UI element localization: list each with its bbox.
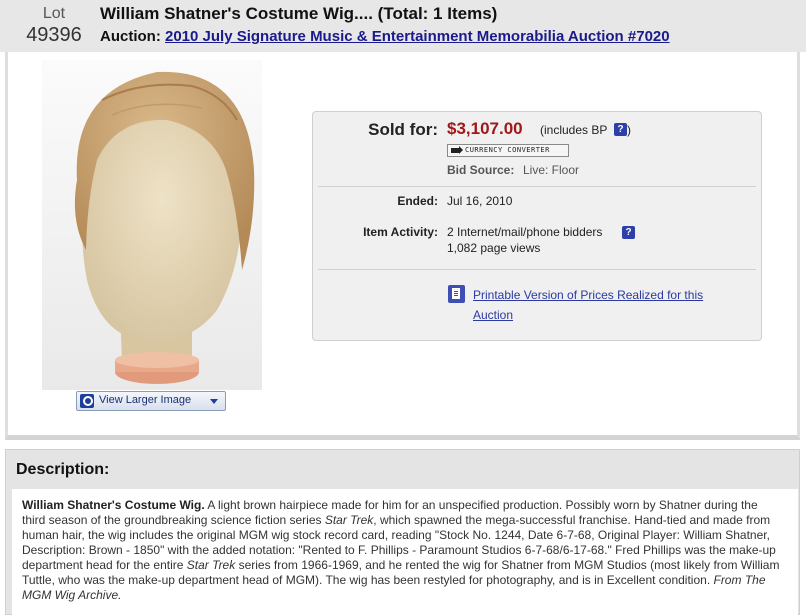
view-larger-label: View Larger Image (99, 394, 192, 406)
bp-help-icon[interactable]: ? (614, 123, 627, 136)
sale-divider (318, 186, 756, 187)
printable-prices-link[interactable]: Printable Version of Prices Realized for… (473, 285, 743, 325)
auction-label: Auction: (100, 28, 161, 45)
description-text: William Shatner's Costume Wig. A light b… (22, 498, 782, 603)
magnifier-icon (80, 394, 94, 408)
view-larger-image-button[interactable]: View Larger Image (76, 391, 226, 411)
lot-number: 49396 (26, 24, 82, 46)
currency-converter-label: CURRENCY CONVERTER (465, 146, 550, 154)
item-activity-label: Item Activity: (363, 225, 438, 239)
auction-link[interactable]: 2010 July Signature Music & Entertainmen… (165, 28, 670, 45)
arrow-right-icon (451, 146, 463, 154)
series-title: Star Trek (186, 558, 236, 572)
page-views-count: 1,082 page views (447, 241, 541, 255)
auction-line: Auction: 2010 July Signature Music & Ent… (100, 28, 670, 45)
sale-divider (318, 269, 756, 270)
currency-converter-button[interactable]: CURRENCY CONVERTER (447, 144, 569, 157)
lot-label: Lot (42, 5, 66, 22)
chevron-down-icon[interactable] (210, 399, 218, 404)
series-title: Star Trek (324, 513, 374, 527)
sold-for-label: Sold for: (368, 120, 438, 139)
document-icon[interactable] (448, 285, 465, 303)
includes-bp-note: (includes BP (540, 123, 608, 137)
bid-source-value: Live: Floor (523, 163, 580, 177)
bidders-help-icon[interactable]: ? (622, 226, 635, 239)
description-lead: William Shatner's Costume Wig. (22, 498, 205, 512)
wig-product-image[interactable] (42, 60, 262, 390)
lot-title: William Shatner's Costume Wig.... (Total… (100, 4, 498, 23)
ended-value: Jul 16, 2010 (447, 194, 513, 208)
bid-source-label: Bid Source: (447, 163, 515, 177)
includes-bp-close: ) (627, 123, 631, 137)
bidders-count: 2 Internet/mail/phone bidders (447, 225, 603, 239)
ended-label: Ended: (397, 194, 438, 208)
sold-price: $3,107.00 (447, 119, 523, 138)
description-heading: Description: (16, 461, 110, 478)
